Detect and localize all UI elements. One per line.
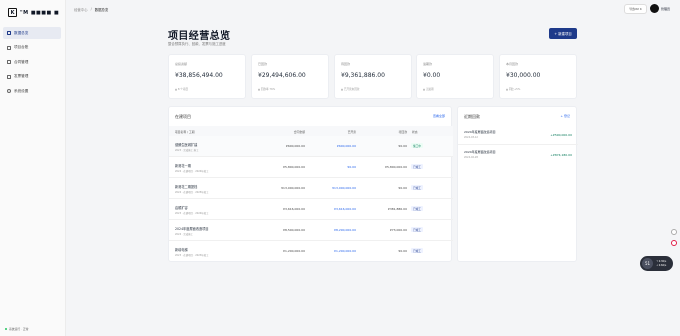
- status-badge: 施工中: [411, 143, 423, 148]
- sidebar-item-contracts[interactable]: 合同管理: [3, 56, 61, 68]
- recent-payments-panel: 近期回款 + 登记 2024年度屋面改造项目 2024-03-12 +¥590,…: [457, 106, 578, 262]
- receipt-icon: [7, 74, 11, 79]
- app-logo-icon: K: [8, 8, 17, 17]
- status-badge: 已竣工: [411, 248, 423, 253]
- table-row[interactable]: 启顺扩容 2023 · 在建项目 · 2024年竣工 ¥3,616,000.00…: [169, 199, 453, 220]
- topbar: 经营中心 / 数据总览 导出Ctrl K 管理员: [66, 0, 680, 18]
- page-title: 项目经营总览: [168, 31, 231, 42]
- sidebar-item-label: 数据总览: [14, 30, 29, 35]
- add-payment-link[interactable]: + 登记: [561, 114, 570, 118]
- stat-card-month: 本月回款 ¥30,000.00 ▲ 同比+5%: [499, 54, 577, 99]
- sidebar-item-label: 系统设置: [14, 88, 29, 93]
- stat-card-total: 总投资额 ¥38,856,494.00 ▲ 8 个项目: [168, 54, 246, 99]
- table-row[interactable]: 新港花一期 2024 · 在建项目 · 2024年竣工 ¥5,800,000.0…: [169, 157, 453, 178]
- view-all-link[interactable]: 查看全部: [433, 114, 445, 118]
- status-badge: 已竣工: [411, 185, 423, 190]
- list-item[interactable]: 2024年度屋面改造项目 2024-02-28 +¥874,180.00: [458, 145, 578, 165]
- upload-speed: ↑ 0.3K/s: [656, 259, 667, 263]
- table-row[interactable]: 2024年度屋面改造项目 2024 · 完成施工 ¥8,500,000.00 ¥…: [169, 220, 453, 241]
- sidebar-item-label: 合同管理: [14, 59, 29, 64]
- projects-panel: 在建项目 查看全部 项目名称 / 工期 合同金额 已开票 待回款 状态 健朗生医…: [168, 106, 453, 262]
- status-badge: 已竣工: [411, 164, 423, 169]
- breadcrumb-separator: /: [90, 7, 92, 11]
- stat-card-overdue: 逾期款 ¥0.00 ▲ 无逾期: [416, 54, 494, 99]
- panel-title: 近期回款: [464, 114, 480, 119]
- grid-icon: [7, 31, 11, 35]
- download-speed: ↓ 0.6K/s: [656, 263, 667, 267]
- status-badge: 已竣工: [411, 227, 423, 232]
- breadcrumb-parent[interactable]: 经营中心: [74, 7, 88, 12]
- sidebar: K "M ■■■■ ■ 数据总览 项目台账 合同管理 发票管理 系统设置 系统运…: [0, 0, 66, 336]
- table-header: 项目名称 / 工期 合同金额 已开票 待回款 状态: [169, 126, 453, 136]
- sidebar-item-settings[interactable]: 系统设置: [3, 85, 61, 97]
- page-subtitle: 整合预算执行、回款、发票与施工进度: [168, 42, 226, 46]
- sidebar-nav: 数据总览 项目台账 合同管理 发票管理 系统设置: [3, 27, 61, 100]
- new-project-button[interactable]: + 新建项目: [549, 28, 577, 39]
- help-icon[interactable]: [671, 229, 677, 235]
- table-row[interactable]: 新港花二期提档 2024 · 在建项目 · 2025年竣工 ¥13,000,00…: [169, 178, 453, 199]
- sidebar-item-projects[interactable]: 项目台账: [3, 42, 61, 54]
- feedback-icon[interactable]: [671, 240, 677, 246]
- stat-card-received: 已回款 ¥29,494,606.00 ▲ 回款率 76%: [251, 54, 329, 99]
- breadcrumb-current: 数据总览: [94, 8, 109, 12]
- status-dot-icon: [5, 328, 7, 330]
- gear-icon: [7, 89, 11, 93]
- table-row[interactable]: 新增电梯 2023 · 在建项目 · 2023年竣工 ¥1,200,000.00…: [169, 241, 453, 262]
- table-row[interactable]: 健朗生医城扩建 2023 · 完成施工 施工 ¥600,000.00 ¥600,…: [169, 136, 453, 157]
- brand-name: "M ■■■■ ■: [20, 9, 60, 16]
- panel-title: 在建项目: [175, 114, 191, 119]
- widget-number: 51: [642, 258, 653, 269]
- command-button[interactable]: 导出Ctrl K: [624, 4, 647, 14]
- avatar: [650, 4, 659, 13]
- sidebar-item-label: 发票管理: [14, 74, 29, 78]
- user-menu[interactable]: 管理员: [650, 4, 670, 13]
- sidebar-item-label: 项目台账: [14, 45, 29, 49]
- sidebar-item-overview[interactable]: 数据总览: [3, 27, 61, 39]
- document-icon: [7, 60, 11, 64]
- network-speed-widget[interactable]: 51 ↑ 0.3K/s ↓ 0.6K/s: [640, 256, 673, 271]
- column-header[interactable]: 待回款: [399, 130, 407, 134]
- list-item[interactable]: 2024年度屋面改造项目 2024-03-12 +¥590,000.00: [458, 125, 578, 145]
- column-header[interactable]: 项目名称 / 工期: [175, 130, 195, 134]
- breadcrumb: 经营中心 / 数据总览: [74, 7, 108, 12]
- folder-icon: [7, 45, 11, 50]
- system-status: 系统运行 · 正常: [5, 327, 28, 331]
- column-header[interactable]: 状态: [412, 130, 418, 134]
- stat-card-pending: 待回款 ¥9,361,886.00 ▲ 已开票未回款: [334, 54, 412, 99]
- sidebar-item-invoices[interactable]: 发票管理: [3, 71, 61, 83]
- column-header[interactable]: 合同金额: [294, 130, 305, 134]
- brand[interactable]: K "M ■■■■ ■: [8, 8, 59, 17]
- status-badge: 已竣工: [411, 206, 423, 211]
- column-header[interactable]: 已开票: [348, 130, 356, 134]
- user-name: 管理员: [661, 6, 671, 11]
